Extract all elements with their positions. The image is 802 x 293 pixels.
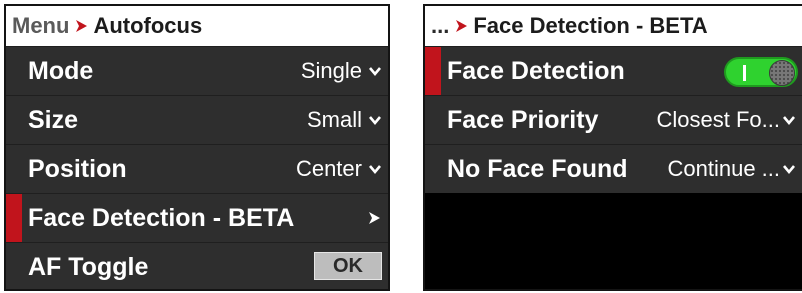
menu-item-label: Size xyxy=(28,105,79,134)
chevron-down-icon xyxy=(369,165,381,175)
chevron-down-icon xyxy=(369,67,381,77)
menu-item-face-detection-toggle[interactable]: Face Detection xyxy=(425,46,802,95)
ok-button[interactable]: OK xyxy=(314,252,382,280)
breadcrumb: Menu Autofocus xyxy=(6,6,388,46)
face-detection-menu-panel: ... Face Detection - BETA Face Detection… xyxy=(423,4,802,291)
chevron-down-icon xyxy=(783,165,795,175)
menu-item-label: Position xyxy=(28,154,127,183)
menu-item-face-detection[interactable]: Face Detection - BETA xyxy=(6,193,388,242)
menu-item-mode[interactable]: Mode Single xyxy=(6,46,388,95)
menu-item-face-priority[interactable]: Face Priority Closest Fo... xyxy=(425,95,802,144)
toggle-on-indicator xyxy=(743,65,746,81)
chevron-right-icon xyxy=(369,212,380,224)
menu-item-label: Face Priority xyxy=(447,105,599,134)
breadcrumb: ... Face Detection - BETA xyxy=(425,6,802,46)
menu-item-af-toggle[interactable]: AF Toggle OK xyxy=(6,242,388,289)
menu-item-position[interactable]: Position Center xyxy=(6,144,388,193)
triangle-right-icon xyxy=(76,20,88,32)
menu-item-value: Center xyxy=(295,156,362,181)
menu-item-value: Continue ... xyxy=(667,156,780,181)
breadcrumb-parent[interactable]: ... xyxy=(431,13,449,39)
toggle-knob[interactable] xyxy=(769,60,795,86)
triangle-right-icon xyxy=(456,20,468,32)
menu-item-label: AF Toggle xyxy=(28,252,149,281)
breadcrumb-parent[interactable]: Menu xyxy=(12,13,69,39)
selection-indicator xyxy=(425,47,441,95)
breadcrumb-current: Autofocus xyxy=(93,13,203,38)
menu-item-value: Small xyxy=(306,107,362,132)
chevron-down-icon xyxy=(369,116,381,126)
selection-indicator xyxy=(6,194,22,242)
menu-item-no-face-found[interactable]: No Face Found Continue ... xyxy=(425,144,802,193)
menu-item-value: Closest Fo... xyxy=(656,107,780,132)
menu-item-label: Face Detection - BETA xyxy=(28,203,295,232)
menu-item-label: Mode xyxy=(28,56,94,85)
breadcrumb-current: Face Detection - BETA xyxy=(473,13,708,38)
autofocus-menu-panel: Menu Autofocus Mode Single Size Small Po… xyxy=(4,4,390,291)
menu-item-value: Single xyxy=(300,58,362,83)
chevron-down-icon xyxy=(783,116,795,126)
face-detection-toggle[interactable] xyxy=(724,57,798,87)
menu-item-size[interactable]: Size Small xyxy=(6,95,388,144)
menu-item-label: Face Detection xyxy=(447,56,625,85)
menu-item-label: No Face Found xyxy=(447,154,628,183)
